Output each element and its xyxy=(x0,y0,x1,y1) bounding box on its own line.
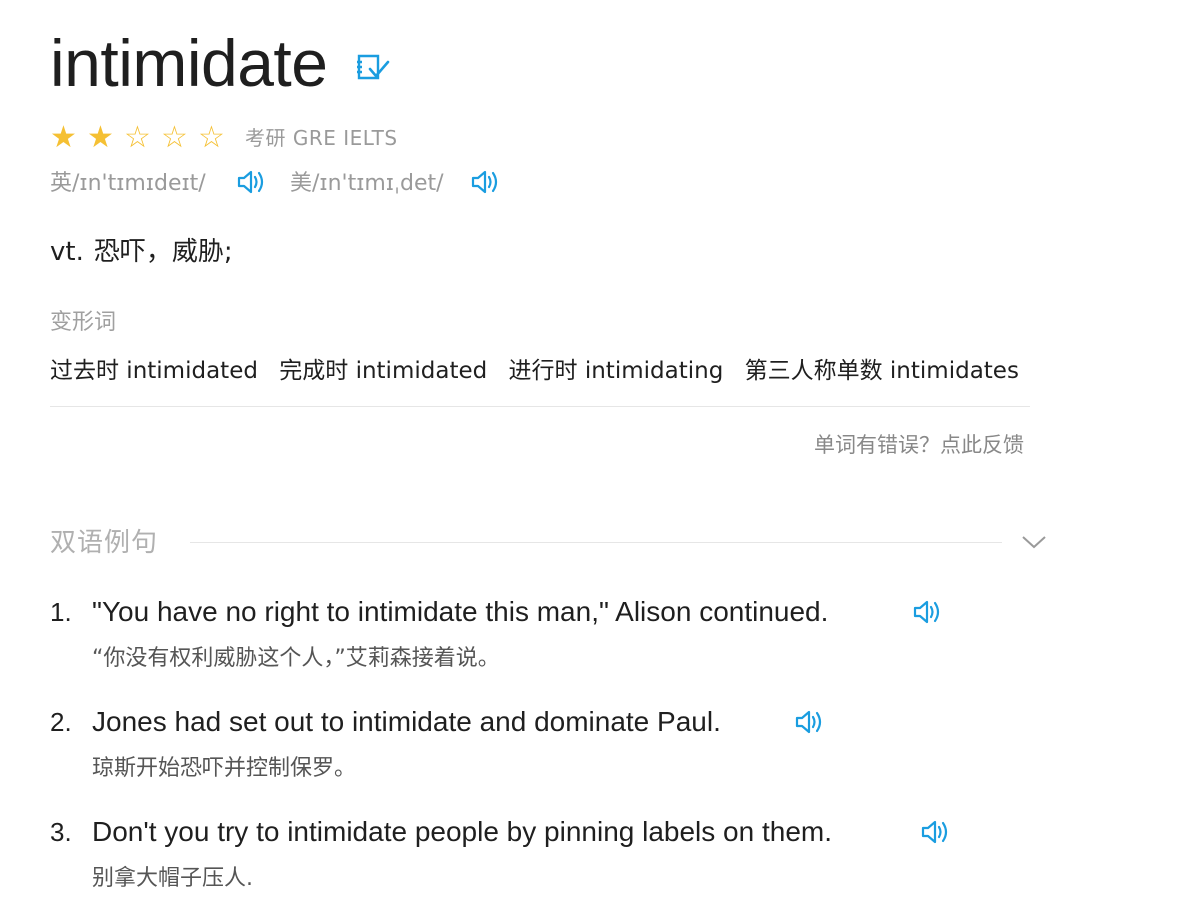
speaker-icon[interactable] xyxy=(470,168,502,196)
speaker-icon[interactable] xyxy=(920,818,952,846)
word-form-progressive: 进行时 intimidating xyxy=(508,358,724,384)
example-english: "You have no right to intimidate this ma… xyxy=(92,596,829,627)
example-chinese: “你没有权利威胁这个人，”艾莉森接着说。 xyxy=(92,646,500,671)
example-english: Jones had set out to intimidate and domi… xyxy=(92,706,721,737)
difficulty-rating: ★ ★ ☆ ☆ ☆ xyxy=(50,121,235,155)
phonetic-uk: 英/ɪn'tɪmɪdeɪt/ xyxy=(50,171,206,196)
definition: vt. 恐吓，威胁; xyxy=(50,234,233,270)
word-form-perfect: 完成时 intimidated xyxy=(279,358,488,384)
example-chinese: 琼斯开始恐吓并控制保罗。 xyxy=(92,756,357,781)
headword: intimidate xyxy=(50,26,328,100)
speaker-icon[interactable] xyxy=(912,598,944,626)
exam-tags: 考研 GRE IELTS xyxy=(245,126,398,150)
feedback-link[interactable]: 单词有错误？点此反馈 xyxy=(814,430,1024,460)
star-empty-icon: ☆ xyxy=(124,120,151,155)
phonetic-us: 美/ɪn'tɪmɪˌdet/ xyxy=(290,171,444,196)
example-english: Don't you try to intimidate people by pi… xyxy=(92,816,833,847)
section-title-examples: 双语例句 xyxy=(50,528,159,558)
word-forms: 过去时 intimidated 完成时 intimidated 进行时 inti… xyxy=(50,354,1030,388)
speaker-icon[interactable] xyxy=(794,708,826,736)
example-chinese: 别拿大帽子压人. xyxy=(92,866,253,891)
star-empty-icon: ☆ xyxy=(161,120,188,155)
example-number: 1. xyxy=(50,597,72,627)
part-of-speech: vt. xyxy=(50,237,84,267)
word-form-third-person: 第三人称单数 intimidates xyxy=(744,358,1019,384)
star-filled-icon: ★ xyxy=(50,120,77,155)
word-forms-label: 变形词 xyxy=(50,310,117,335)
example-number: 3. xyxy=(50,817,72,847)
star-filled-icon: ★ xyxy=(87,120,114,155)
example-number: 2. xyxy=(50,707,72,737)
word-form-past: 过去时 intimidated xyxy=(50,358,258,384)
speaker-icon[interactable] xyxy=(236,168,268,196)
chevron-down-icon[interactable] xyxy=(1020,530,1048,554)
section-divider xyxy=(190,542,1002,543)
definition-meaning: 恐吓，威胁; xyxy=(93,237,233,267)
star-empty-icon: ☆ xyxy=(198,120,225,155)
add-to-wordbook-icon[interactable] xyxy=(356,51,390,83)
divider xyxy=(50,406,1030,407)
